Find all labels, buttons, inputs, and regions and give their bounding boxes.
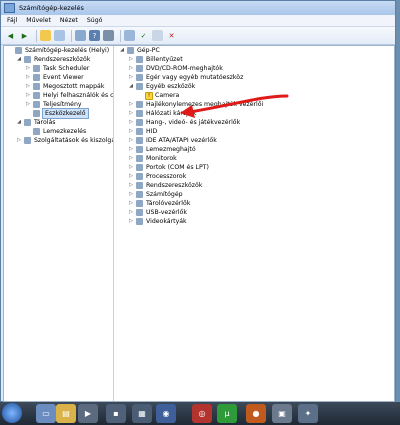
console-icon[interactable] [103, 30, 114, 41]
window-title: Számítógép-kezelés [19, 4, 84, 12]
up-folder-icon[interactable] [40, 30, 51, 41]
toolbar: ◀ ▶ ? ✓ ✕ [1, 27, 395, 45]
help-icon[interactable]: ? [89, 30, 100, 41]
torrent-icon[interactable]: µ [217, 404, 237, 423]
explorer-icon[interactable]: ▤ [56, 404, 76, 423]
firefox-icon[interactable]: ● [246, 404, 266, 423]
toolbar-separator [120, 29, 121, 42]
calculator-icon[interactable]: ▦ [132, 404, 152, 423]
menu-file[interactable]: Fájl [7, 17, 17, 24]
title-bar[interactable]: Számítógép-kezelés [1, 1, 395, 15]
toolbar-separator [71, 29, 72, 42]
menu-help[interactable]: Súgó [87, 17, 103, 24]
computer-management-window: Számítógép-kezelés Fájl Művelet Nézet Sú… [0, 0, 396, 402]
floppy-icon[interactable]: ▪ [106, 404, 126, 423]
start-button-icon[interactable] [2, 403, 22, 423]
forward-icon[interactable]: ▶ [19, 30, 30, 41]
uninstall-icon[interactable]: ✕ [166, 30, 177, 41]
menu-view[interactable]: Nézet [60, 17, 78, 24]
menu-bar: Fájl Művelet Nézet Súgó [1, 15, 395, 27]
menu-action[interactable]: Művelet [26, 17, 51, 24]
scan-hardware-icon[interactable] [124, 30, 135, 41]
app-icon[interactable]: ▣ [272, 404, 292, 423]
media-player-icon[interactable]: ▶ [78, 404, 98, 423]
annotation-layer [180, 94, 289, 118]
desktop-icon[interactable]: ▭ [36, 404, 56, 423]
computer-management-icon [4, 3, 15, 13]
browser-icon[interactable]: ◉ [156, 404, 176, 423]
red-arrow-annotation [188, 94, 289, 114]
system-icon[interactable]: ✦ [298, 404, 318, 423]
taskbar: ▭ ▤ ▶ ▪ ▦ ◉ ◎ µ ● ▣ ✦ [0, 402, 400, 425]
toolbar-separator [36, 29, 37, 42]
back-icon[interactable]: ◀ [5, 30, 16, 41]
properties-icon[interactable] [75, 30, 86, 41]
dvd-app-icon[interactable]: ◎ [192, 404, 212, 423]
content-area: Számítógép-kezelés (Helyi) ◢ Rendszereszkö… [3, 45, 395, 402]
show-hide-tree-icon[interactable] [54, 30, 65, 41]
disable-device-icon[interactable] [152, 30, 163, 41]
update-driver-icon[interactable]: ✓ [138, 30, 149, 41]
red-arrow-head [180, 105, 195, 118]
